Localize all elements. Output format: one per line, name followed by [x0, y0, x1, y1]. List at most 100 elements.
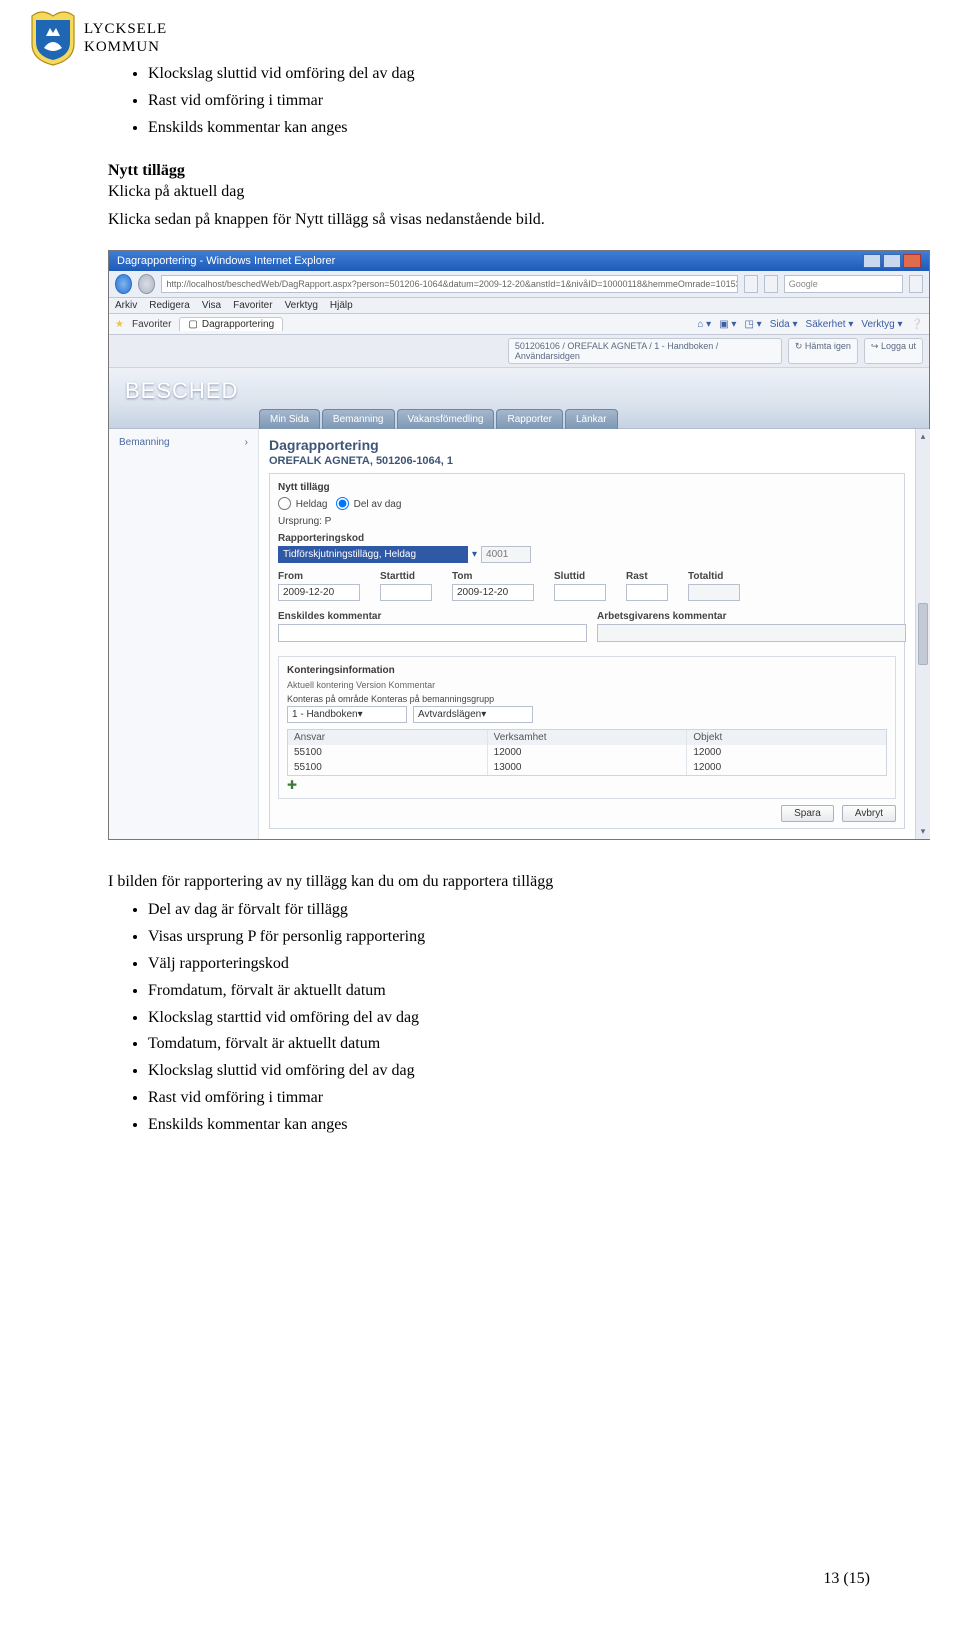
safety-menu[interactable]: Säkerhet ▾: [806, 319, 854, 330]
crest-icon: [30, 10, 76, 66]
enskild-kommentar-input[interactable]: [278, 624, 587, 642]
col-objekt: Objekt: [687, 730, 886, 745]
rapkod-label: Rapporteringskod: [278, 533, 896, 544]
col-ansvar: Ansvar: [288, 730, 488, 745]
tab-vakans[interactable]: Vakansfömedling: [397, 409, 495, 429]
menu-bar: Arkiv Redigera Visa Favoriter Verktyg Hj…: [109, 298, 929, 314]
window-title: Dagrapportering - Windows Internet Explo…: [117, 255, 335, 267]
add-row-icon[interactable]: ✚: [287, 778, 887, 792]
max-button[interactable]: [883, 254, 901, 268]
list-item: Klockslag sluttid vid omföring del av da…: [148, 1059, 870, 1084]
nav-forward-icon[interactable]: [138, 274, 155, 294]
search-go-icon[interactable]: [909, 275, 923, 293]
min-button[interactable]: [863, 254, 881, 268]
menu-item[interactable]: Visa: [202, 300, 221, 311]
kontering-panel: Konteringsinformation Aktuell kontering …: [278, 656, 896, 799]
cancel-button[interactable]: Avbryt: [842, 805, 896, 822]
browser-tab[interactable]: ▢ Dagrapportering: [179, 317, 283, 331]
bullet-list-2: Del av dag är förvalt för tillägg Visas …: [90, 898, 870, 1137]
search-input[interactable]: Google: [784, 275, 904, 293]
favorites-bar: ★ Favoriter ▢ Dagrapportering ⌂ ▾ ▣ ▾ ◳ …: [109, 314, 929, 335]
table-row: 55100 12000 12000: [288, 745, 886, 760]
page-menu[interactable]: Sida ▾: [770, 319, 798, 330]
brand-row: BESCHED Min Sida Bemanning Vakansfömedli…: [109, 368, 929, 429]
logo: LYCKSELE KOMMUN: [30, 10, 167, 66]
tab-min-sida[interactable]: Min Sida: [259, 409, 320, 429]
list-item: Del av dag är förvalt för tillägg: [148, 898, 870, 923]
body-paragraph: I bilden för rapportering av ny tillägg …: [90, 870, 870, 894]
sluttid-input[interactable]: [554, 584, 606, 601]
menu-item[interactable]: Favoriter: [233, 300, 272, 311]
rast-label: Rast: [626, 571, 668, 582]
help-icon[interactable]: ❔: [911, 319, 923, 330]
starttid-input[interactable]: [380, 584, 432, 601]
menu-item[interactable]: Verktyg: [285, 300, 318, 311]
tom-label: Tom: [452, 571, 534, 582]
arbetsgivare-kommentar-label: Arbetsgivarens kommentar: [597, 611, 896, 622]
command-bar: ⌂ ▾ ▣ ▾ ◳ ▾ Sida ▾ Säkerhet ▾ Verktyg ▾ …: [697, 319, 923, 330]
kontering-cols: Aktuell kontering Version Kommentar: [287, 680, 887, 690]
menu-item[interactable]: Arkiv: [115, 300, 137, 311]
tab-icon: ▢: [188, 319, 197, 330]
window-titlebar: Dagrapportering - Windows Internet Explo…: [109, 251, 929, 271]
sidebar: Bemanning ›: [109, 429, 259, 839]
user-strip: 501206106 / OREFALK AGNETA / 1 - Handbok…: [109, 335, 929, 368]
tools-menu[interactable]: Verktyg ▾: [861, 319, 902, 330]
ursprung-label: Ursprung: P: [278, 516, 896, 527]
scroll-down-icon[interactable]: ▾: [921, 824, 926, 839]
page-subtitle: OREFALK AGNETA, 501206-1064, 1: [269, 455, 905, 467]
tab-label: Dagrapportering: [202, 319, 274, 330]
logout-button[interactable]: ↪ Logga ut: [864, 338, 923, 364]
scroll-thumb[interactable]: [918, 603, 928, 665]
radio-delavdag[interactable]: Del av dag: [336, 499, 402, 510]
menu-item[interactable]: Hjälp: [330, 300, 353, 311]
fetch-again-button[interactable]: ↻ Hämta igen: [788, 338, 858, 364]
tab-bemanning[interactable]: Bemanning: [322, 409, 395, 429]
scrollbar[interactable]: ▴ ▾: [915, 429, 930, 839]
window-buttons: [863, 254, 921, 268]
chevron-down-icon[interactable]: ▾: [472, 549, 477, 560]
menu-item[interactable]: Redigera: [149, 300, 190, 311]
bemgrupp-select[interactable]: Avtvardslägen ▾: [413, 706, 533, 723]
page-title: Dagrapportering: [269, 437, 905, 453]
tab-lankar[interactable]: Länkar: [565, 409, 618, 429]
refresh-icon[interactable]: [744, 275, 758, 293]
totaltid-value: [688, 584, 740, 601]
feed-icon[interactable]: ▣ ▾: [719, 319, 736, 330]
body-paragraph: Klicka sedan på knappen för Nytt tillägg…: [90, 208, 870, 232]
arbetsgivare-kommentar-input: [597, 624, 906, 642]
scroll-up-icon[interactable]: ▴: [921, 429, 926, 444]
list-item: Visas ursprung P för personlig rapporter…: [148, 925, 870, 950]
favorites-star-icon[interactable]: ★: [115, 319, 124, 330]
enskild-kommentar-label: Enskildes kommentar: [278, 611, 577, 622]
button-row: Spara Avbryt: [278, 805, 896, 822]
sluttid-label: Sluttid: [554, 571, 606, 582]
rapkod-select[interactable]: Tidförskjutningstillägg, Heldag: [278, 546, 468, 563]
sidebar-item-bemanning[interactable]: Bemanning ›: [119, 437, 248, 448]
totaltid-label: Totaltid: [688, 571, 740, 582]
nav-back-icon[interactable]: [115, 274, 132, 294]
omrade-select[interactable]: 1 - Handboken ▾: [287, 706, 407, 723]
from-date-input[interactable]: 2009-12-20: [278, 584, 360, 601]
app-area: BESCHED Min Sida Bemanning Vakansfömedli…: [109, 368, 929, 839]
list-item: Rast vid omföring i timmar: [148, 89, 870, 114]
home-icon[interactable]: ⌂ ▾: [697, 319, 711, 330]
stop-icon[interactable]: [764, 275, 778, 293]
tab-rapporter[interactable]: Rapporter: [496, 409, 562, 429]
search-placeholder: Google: [789, 279, 818, 289]
save-button[interactable]: Spara: [781, 805, 834, 822]
radio-heldag[interactable]: Heldag: [278, 499, 327, 510]
chevron-right-icon: ›: [245, 437, 248, 448]
bullet-list-1: Klockslag sluttid vid omföring del av da…: [90, 62, 870, 140]
url-input[interactable]: http://localhost/beschedWeb/DagRapport.a…: [161, 275, 738, 293]
logo-text: LYCKSELE KOMMUN: [84, 20, 167, 56]
list-item: Välj rapporteringskod: [148, 952, 870, 977]
print-icon[interactable]: ◳ ▾: [744, 319, 761, 330]
list-item: Klockslag starttid vid omföring del av d…: [148, 1006, 870, 1031]
close-button[interactable]: [903, 254, 921, 268]
rast-input[interactable]: [626, 584, 668, 601]
tom-date-input[interactable]: 2009-12-20: [452, 584, 534, 601]
list-item: Tomdatum, förvalt är aktuellt datum: [148, 1032, 870, 1057]
screenshot: Dagrapportering - Windows Internet Explo…: [108, 250, 930, 840]
page-number: 13 (15): [823, 1570, 870, 1588]
